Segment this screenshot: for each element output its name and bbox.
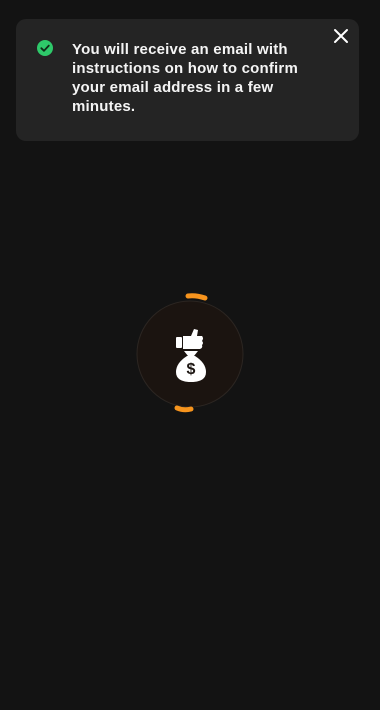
check-circle-icon — [37, 40, 53, 56]
loading-spinner: $ — [134, 292, 246, 416]
notification-toast: You will receive an email with instructi… — [16, 19, 359, 141]
screen: You will receive an email with instructi… — [0, 0, 380, 710]
dollar-sign: $ — [187, 361, 196, 378]
close-icon[interactable] — [331, 26, 351, 46]
spinner-arc-bottom — [174, 405, 194, 413]
toast-message: You will receive an email with instructi… — [72, 41, 298, 115]
spinner-arc-top — [185, 293, 208, 301]
